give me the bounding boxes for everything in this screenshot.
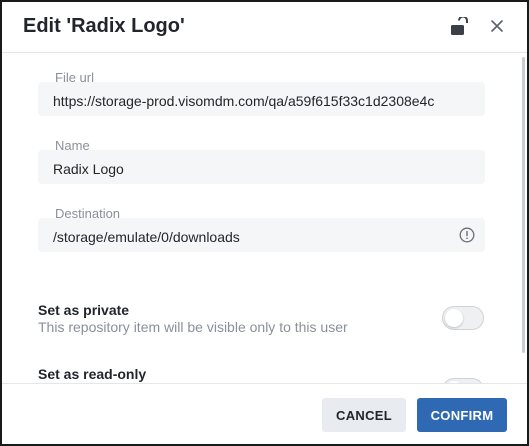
file-url-label: File url [55, 70, 95, 85]
private-toggle-title: Set as private [38, 302, 130, 318]
edit-dialog: Edit 'Radix Logo' File url https://stora… [0, 0, 529, 446]
file-url-field[interactable]: File url https://storage-prod.visomdm.co… [38, 70, 485, 116]
dialog-footer: CANCEL CONFIRM [2, 383, 527, 444]
dialog-body[interactable]: File url https://storage-prod.visomdm.co… [2, 53, 527, 383]
name-field[interactable]: Name Radix Logo [38, 138, 485, 184]
scrollbar[interactable] [522, 57, 525, 353]
close-icon[interactable] [489, 18, 505, 34]
dialog-title: Edit 'Radix Logo' [23, 15, 185, 37]
dialog-header: Edit 'Radix Logo' [2, 2, 527, 53]
destination-label: Destination [55, 206, 121, 221]
private-toggle-switch[interactable] [442, 306, 484, 330]
info-icon[interactable] [459, 227, 475, 243]
name-label: Name [55, 138, 90, 153]
read-only-toggle-title: Set as read-only [38, 366, 147, 382]
confirm-button[interactable]: CONFIRM [417, 398, 507, 432]
name-value[interactable]: Radix Logo [53, 161, 475, 177]
destination-field[interactable]: Destination /storage/emulate/0/downloads [38, 206, 485, 252]
private-toggle-knob [445, 309, 463, 327]
file-url-value[interactable]: https://storage-prod.visomdm.com/qa/a59f… [53, 93, 475, 109]
cancel-button[interactable]: CANCEL [322, 398, 406, 432]
destination-value[interactable]: /storage/emulate/0/downloads [53, 229, 449, 245]
unlock-icon[interactable] [450, 17, 470, 37]
private-toggle-description: This repository item will be visible onl… [38, 319, 348, 335]
